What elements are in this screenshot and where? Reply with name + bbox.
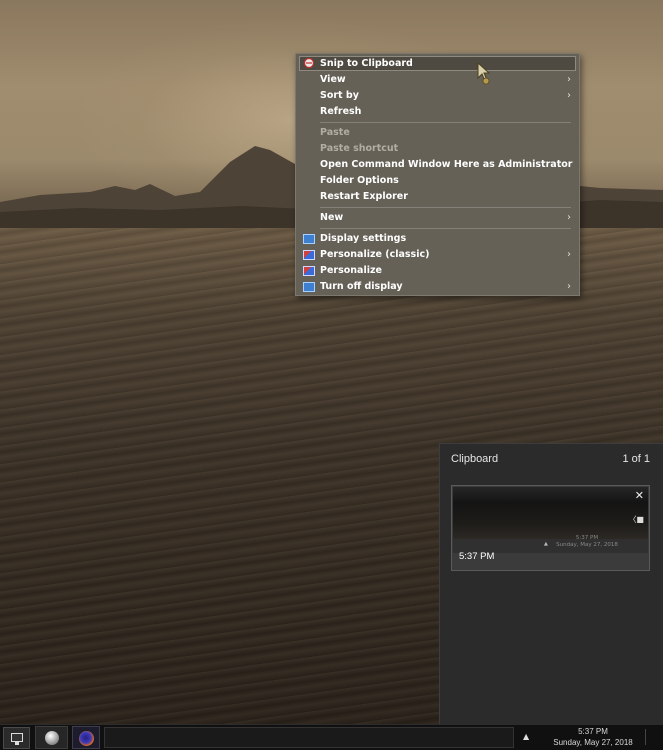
show-hidden-icons-button[interactable]: ▲: [523, 732, 529, 741]
menu-item-snip-to-clipboard[interactable]: Snip to Clipboard: [299, 56, 576, 71]
menu-item-label: New: [320, 212, 344, 223]
menu-item-new[interactable]: New ›: [296, 210, 579, 226]
menu-separator: [320, 228, 571, 229]
firefox-icon: [79, 731, 94, 746]
menu-item-display-settings[interactable]: Display settings: [296, 231, 579, 247]
menu-item-label: Open Command Window Here as Administrato…: [320, 159, 573, 170]
clipboard-title: Clipboard: [451, 453, 499, 465]
clipboard-item-time: 5:37 PM: [459, 551, 495, 562]
menu-item-paste: Paste: [296, 125, 579, 141]
show-desktop-button[interactable]: [3, 727, 30, 749]
menu-item-paste-shortcut: Paste shortcut: [296, 141, 579, 157]
menu-item-label: Personalize: [320, 265, 382, 276]
pin-icon: 〈■: [628, 515, 644, 524]
thumbnail-clock: 5:37 PM Sunday, May 27, 2018: [556, 535, 618, 548]
close-icon[interactable]: ✕: [635, 489, 644, 502]
menu-item-label: View: [320, 74, 346, 85]
menu-item-label: Personalize (classic): [320, 249, 430, 260]
personalize-icon: [303, 250, 315, 260]
menu-item-label: Restart Explorer: [320, 191, 408, 202]
menu-item-refresh[interactable]: Refresh: [296, 104, 579, 120]
clipboard-item[interactable]: ✕ 〈■ ▲ 5:37 PM Sunday, May 27, 2018 5:37…: [451, 485, 650, 571]
taskbar-app-button[interactable]: [35, 726, 68, 749]
chevron-right-icon: ›: [567, 249, 571, 260]
clock-time: 5:37 PM: [578, 727, 608, 736]
clipboard-item-count: 1 of 1: [622, 453, 650, 465]
menu-item-label: Sort by: [320, 90, 359, 101]
monitor-stand: [15, 742, 19, 745]
chevron-right-icon: ›: [567, 212, 571, 223]
menu-item-sort-by[interactable]: Sort by ›: [296, 88, 579, 104]
chevron-right-icon: ›: [567, 90, 571, 101]
chevron-right-icon: ›: [567, 74, 571, 85]
menu-item-folder-options[interactable]: Folder Options: [296, 173, 579, 189]
desktop-context-menu: Snip to Clipboard View › Sort by › Refre…: [295, 53, 580, 296]
clipboard-history-panel: Clipboard 1 of 1 ✕ 〈■ ▲ 5:37 PM Sunday, …: [439, 443, 663, 724]
menu-item-label: Refresh: [320, 106, 362, 117]
menu-item-label: Turn off display: [320, 281, 403, 292]
menu-item-label: Paste: [320, 127, 350, 138]
taskbar: ▲ 5:37 PM Sunday, May 27, 2018: [0, 724, 663, 750]
menu-item-view[interactable]: View ›: [296, 72, 579, 88]
menu-item-open-command-window-admin[interactable]: Open Command Window Here as Administrato…: [296, 157, 579, 173]
snip-icon: [303, 57, 315, 69]
menu-separator: [320, 122, 571, 123]
clock-date: Sunday, May 27, 2018: [553, 738, 633, 747]
display-icon: [303, 234, 315, 244]
clipboard-item-thumbnail: ✕ 〈■: [453, 487, 648, 539]
menu-item-label: Folder Options: [320, 175, 399, 186]
personalize-icon: [303, 266, 315, 276]
display-icon: [303, 282, 315, 292]
menu-item-turn-off-display[interactable]: Turn off display ›: [296, 279, 579, 295]
app-orb-icon: [45, 731, 59, 745]
taskbar-firefox-button[interactable]: [72, 726, 100, 749]
menu-separator: [320, 207, 571, 208]
menu-item-label: Paste shortcut: [320, 143, 399, 154]
menu-item-personalize[interactable]: Personalize: [296, 263, 579, 279]
notification-area-edge[interactable]: [645, 729, 657, 745]
menu-item-restart-explorer[interactable]: Restart Explorer: [296, 189, 579, 205]
taskbar-clock[interactable]: 5:37 PM Sunday, May 27, 2018: [548, 726, 638, 748]
taskbar-empty-area[interactable]: [104, 727, 514, 748]
mouse-pointer-icon: [477, 62, 491, 85]
menu-item-label: Display settings: [320, 233, 407, 244]
monitor-icon: [11, 733, 23, 742]
chevron-right-icon: ›: [567, 281, 571, 292]
menu-item-personalize-classic[interactable]: Personalize (classic) ›: [296, 247, 579, 263]
menu-item-label: Snip to Clipboard: [320, 58, 413, 69]
